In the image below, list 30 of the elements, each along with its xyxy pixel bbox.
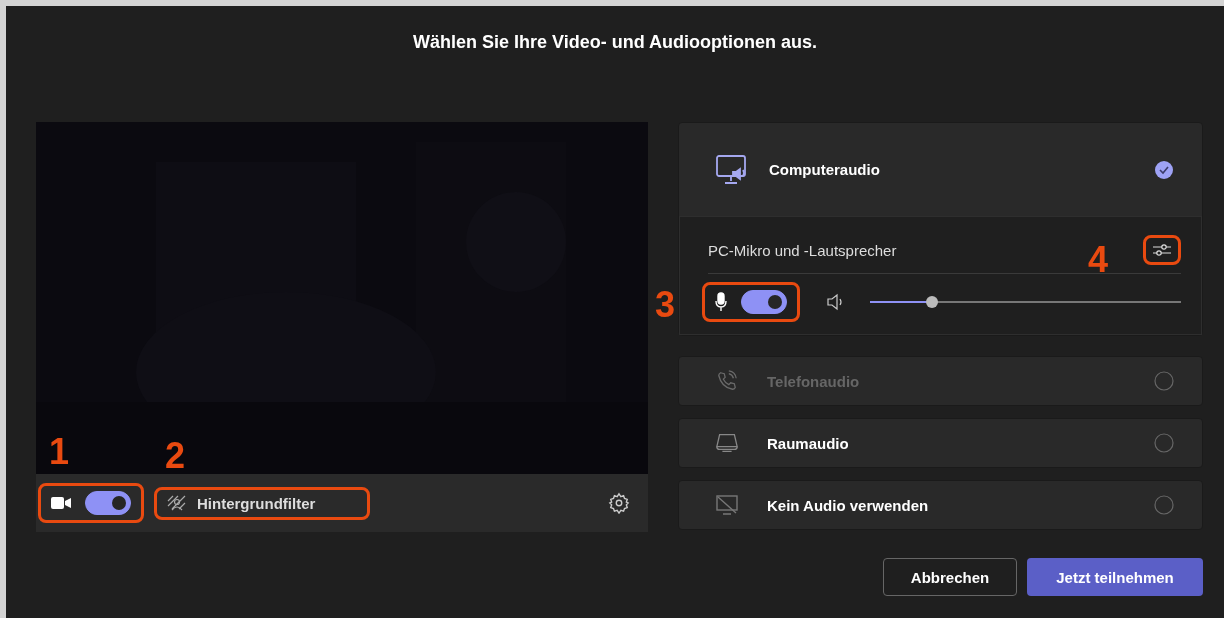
speaker-icon <box>826 293 844 311</box>
no-audio-icon <box>715 494 739 516</box>
callout-number: 1 <box>49 434 70 470</box>
settings-icon[interactable] <box>608 492 630 514</box>
option-label: Raumaudio <box>767 434 850 452</box>
microphone-icon <box>715 292 727 312</box>
radio-button[interactable] <box>1154 433 1174 453</box>
camera-toggle[interactable] <box>85 491 131 515</box>
radio-button[interactable] <box>1154 495 1174 515</box>
option-label: Computeraudio <box>769 161 881 178</box>
option-label: Telefonaudio <box>767 372 861 390</box>
option-label: Kein Audio verwenden <box>767 496 930 514</box>
join-button[interactable]: Jetzt teilnehmen <box>1027 558 1203 596</box>
microphone-toggle[interactable] <box>741 290 787 314</box>
sliders-icon[interactable] <box>1152 242 1172 258</box>
video-camera-icon <box>51 496 71 510</box>
room-device-icon <box>715 432 739 454</box>
device-label: PC-Mikro und -Lautsprecher <box>708 241 897 259</box>
monitor-speaker-icon <box>715 153 749 186</box>
audio-option-card[interactable]: Raumaudio <box>678 418 1203 468</box>
callout-number: 4 <box>1088 242 1109 278</box>
background-filter-button[interactable]: Hintergrundfilter <box>167 494 316 512</box>
dialog-title: Wählen Sie Ihre Video- und Audiooptionen aus. <box>412 31 818 54</box>
callout-number: 3 <box>655 287 676 323</box>
selected-check-icon[interactable] <box>1154 159 1174 180</box>
audio-option-card[interactable]: Kein Audio verwenden <box>678 480 1203 530</box>
cancel-button[interactable]: Abbrechen <box>883 558 1017 596</box>
background-filter-icon <box>167 495 187 511</box>
phone-icon <box>715 370 739 392</box>
callout-number: 2 <box>165 437 186 474</box>
